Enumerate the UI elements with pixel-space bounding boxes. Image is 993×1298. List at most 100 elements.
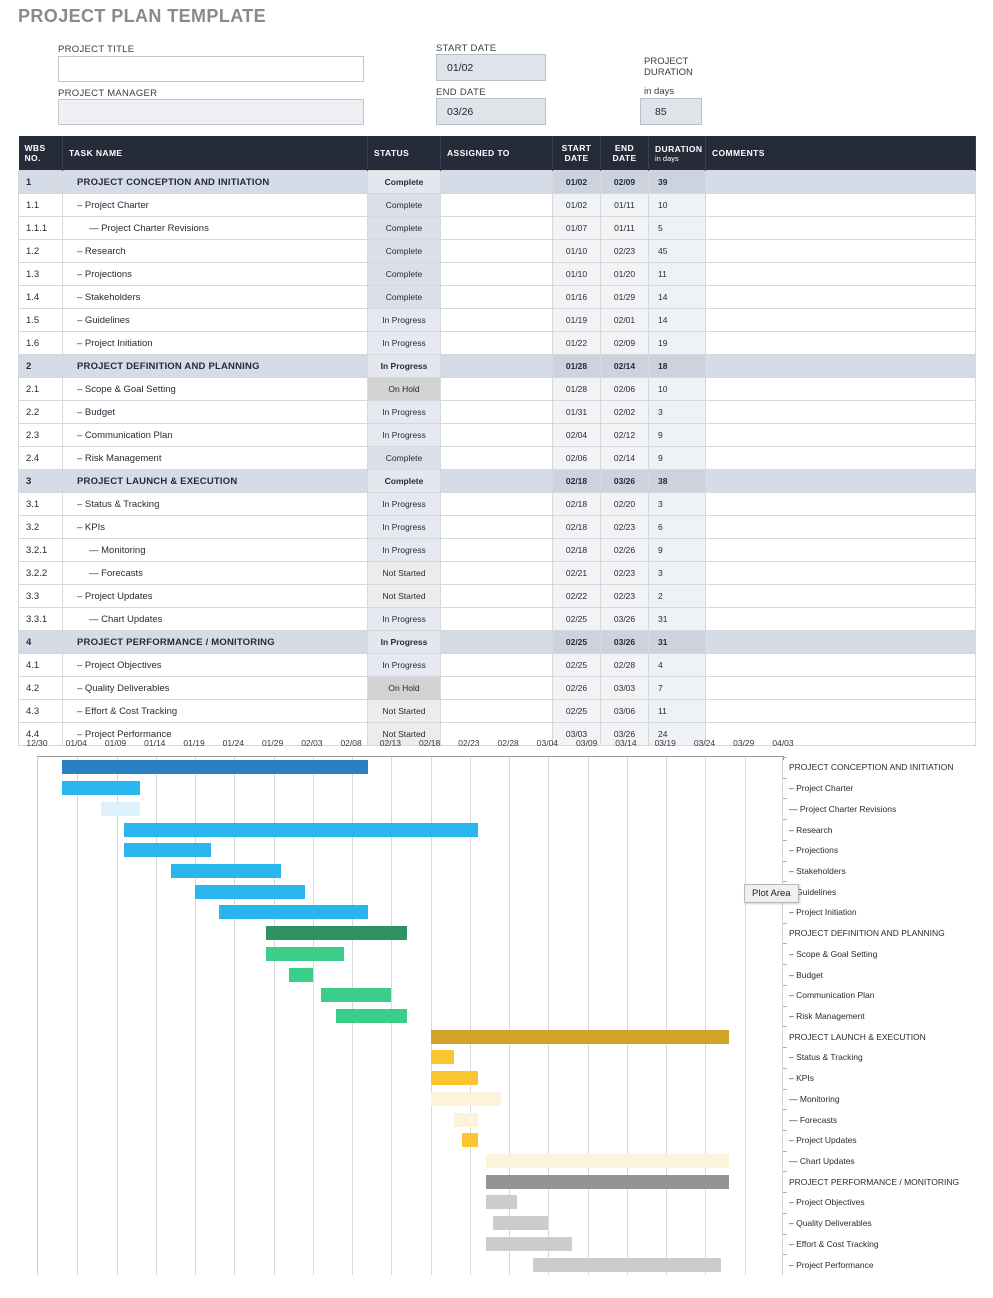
cell-comments[interactable]: [705, 676, 976, 700]
cell-comments[interactable]: [705, 331, 976, 355]
gantt-bar[interactable]: [485, 1195, 517, 1210]
cell-comments[interactable]: [705, 400, 976, 424]
project-manager-input[interactable]: [58, 99, 364, 125]
axis-tick-label: 01/14: [144, 738, 166, 748]
cell-assigned-to[interactable]: [440, 584, 553, 608]
cell-comments[interactable]: [705, 193, 976, 217]
cell-comments[interactable]: [705, 653, 976, 677]
gantt-plot-area[interactable]: [37, 757, 783, 1275]
gridline: [77, 757, 79, 1275]
cell-comments[interactable]: [705, 699, 976, 723]
cell-assigned-to[interactable]: [440, 354, 553, 378]
cell-comments[interactable]: [705, 216, 976, 240]
gantt-bar[interactable]: [485, 1174, 730, 1189]
gantt-bar[interactable]: [462, 1133, 478, 1148]
gantt-bar[interactable]: [532, 1257, 722, 1272]
cell-comments[interactable]: [705, 377, 976, 401]
cell-assigned-to[interactable]: [440, 377, 553, 401]
gantt-bar[interactable]: [195, 884, 305, 899]
gantt-bar[interactable]: [124, 843, 211, 858]
col-start-date: START DATE: [552, 136, 601, 171]
gantt-bar[interactable]: [430, 1050, 455, 1065]
gantt-bar[interactable]: [218, 905, 368, 920]
gantt-bar[interactable]: [485, 1154, 730, 1169]
cell-comments[interactable]: [705, 285, 976, 309]
gantt-bar[interactable]: [265, 946, 345, 961]
cell-comments[interactable]: [705, 239, 976, 263]
gantt-bar[interactable]: [336, 1009, 408, 1023]
cell-status: On Hold: [367, 676, 441, 700]
project-duration-input[interactable]: [640, 98, 702, 125]
gantt-bar[interactable]: [430, 1071, 478, 1086]
gantt-bar[interactable]: [493, 1216, 549, 1231]
cell-comments[interactable]: [705, 630, 976, 654]
cell-wbs: 1.1: [18, 193, 63, 217]
cell-assigned-to[interactable]: [440, 423, 553, 447]
cell-assigned-to[interactable]: [440, 331, 553, 355]
cell-end-date: 02/23: [600, 239, 649, 263]
project-title-input[interactable]: [58, 56, 364, 82]
gantt-bar[interactable]: [454, 1112, 478, 1127]
gantt-bar[interactable]: [485, 1236, 572, 1251]
axis-tick-label: 01/04: [65, 738, 87, 748]
cell-comments[interactable]: [705, 262, 976, 286]
gantt-row-label: PROJECT CONCEPTION AND INITIATION: [789, 762, 954, 773]
cell-comments[interactable]: [705, 170, 976, 194]
cell-status: In Progress: [367, 400, 441, 424]
cell-assigned-to[interactable]: [440, 193, 553, 217]
cell-comments[interactable]: [705, 308, 976, 332]
cell-assigned-to[interactable]: [440, 285, 553, 309]
gantt-row-label: – KPIs: [789, 1073, 815, 1084]
cell-assigned-to[interactable]: [440, 492, 553, 516]
cell-assigned-to[interactable]: [440, 676, 553, 700]
cell-comments[interactable]: [705, 446, 976, 470]
gantt-bar[interactable]: [289, 967, 313, 982]
cell-comments[interactable]: [705, 515, 976, 539]
cell-assigned-to[interactable]: [440, 561, 553, 585]
cell-comments[interactable]: [705, 469, 976, 493]
cell-assigned-to[interactable]: [440, 699, 553, 723]
cell-assigned-to[interactable]: [440, 515, 553, 539]
cell-assigned-to[interactable]: [440, 446, 553, 470]
cell-assigned-to[interactable]: [440, 607, 553, 631]
cell-assigned-to[interactable]: [440, 538, 553, 562]
gantt-bar[interactable]: [430, 1091, 502, 1106]
cell-assigned-to[interactable]: [440, 308, 553, 332]
cell-assigned-to[interactable]: [440, 469, 553, 493]
gantt-bar[interactable]: [265, 926, 408, 941]
cell-assigned-to[interactable]: [440, 262, 553, 286]
cell-comments[interactable]: [705, 492, 976, 516]
cell-comments[interactable]: [705, 423, 976, 447]
gantt-bar[interactable]: [430, 1029, 730, 1044]
cell-assigned-to[interactable]: [440, 170, 553, 194]
gantt-bar[interactable]: [171, 863, 282, 878]
cell-assigned-to[interactable]: [440, 239, 553, 263]
cell-assigned-to[interactable]: [440, 400, 553, 424]
project-duration-label-2: DURATION: [644, 67, 693, 78]
gantt-bar[interactable]: [100, 801, 141, 816]
gantt-bar[interactable]: [320, 988, 392, 1003]
cell-end-date: 02/23: [600, 515, 649, 539]
gantt-row-label: – Project Initiation: [789, 907, 857, 918]
gantt-row-label: – Communication Plan: [789, 990, 875, 1001]
gantt-bar[interactable]: [61, 760, 368, 775]
cell-comments[interactable]: [705, 561, 976, 585]
project-duration-label-1: PROJECT: [644, 56, 689, 67]
table-row: 3.1– Status & Tracking In Progress 02/18 02…: [18, 492, 976, 516]
cell-comments[interactable]: [705, 607, 976, 631]
cell-comments[interactable]: [705, 354, 976, 378]
cell-status: In Progress: [367, 538, 441, 562]
cell-comments[interactable]: [705, 538, 976, 562]
gantt-bar[interactable]: [124, 822, 478, 837]
cell-duration: 5: [648, 216, 706, 240]
cell-end-date: 02/23: [600, 561, 649, 585]
cell-comments[interactable]: [705, 584, 976, 608]
cell-assigned-to[interactable]: [440, 630, 553, 654]
cell-assigned-to[interactable]: [440, 216, 553, 240]
cell-assigned-to[interactable]: [440, 653, 553, 677]
cell-status: Complete: [367, 170, 441, 194]
gantt-row-tick: [783, 1067, 787, 1069]
gantt-row-label: — Project Charter Revisions: [789, 803, 897, 814]
cell-start-date: 02/04: [552, 423, 601, 447]
gantt-bar[interactable]: [61, 781, 141, 796]
